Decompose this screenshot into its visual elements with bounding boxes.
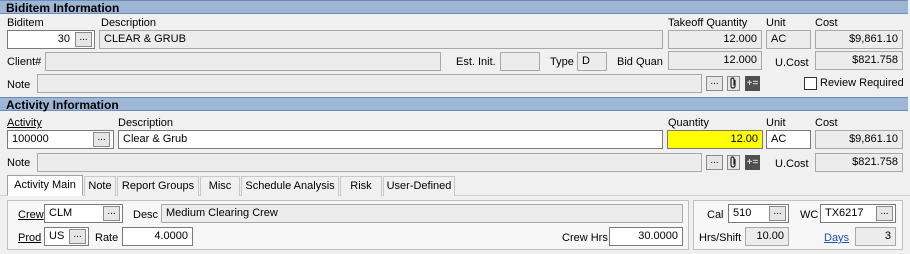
ellipsis-icon: ... [880, 206, 889, 217]
biditem-ucost-field: $821.758 [815, 51, 903, 70]
activity-label: Activity [7, 117, 42, 129]
client-label: Client# [7, 56, 42, 68]
tab-misc[interactable]: Misc [200, 176, 240, 196]
tab-activity-main[interactable]: Activity Main [7, 175, 83, 196]
paperclip-icon [730, 77, 736, 89]
biditem-info-header: Biditem Information [0, 0, 908, 15]
ellipsis-icon: ... [710, 76, 719, 87]
activity-info-header: Activity Information [0, 97, 908, 112]
review-required-checkbox[interactable] [804, 77, 817, 90]
tab-user-defined[interactable]: User-Defined [383, 176, 455, 196]
crew-hrs-input[interactable]: 30.0000 [609, 227, 683, 246]
crew-label: Crew [18, 209, 44, 221]
biditem-note-field[interactable] [37, 74, 702, 93]
crew-lookup-button[interactable]: ... [103, 206, 120, 221]
biditem-description-label: Description [101, 17, 157, 29]
days-field: 3 [855, 227, 896, 246]
biditem-cost-label: Cost [815, 17, 838, 29]
cal-label: Cal [707, 209, 724, 221]
biditem-note-list-button[interactable]: += [745, 76, 760, 91]
crew-description-field[interactable]: Medium Clearing Crew [161, 204, 683, 223]
biditem-attachment-button[interactable] [727, 76, 740, 91]
biditem-cost-field: $9,861.10 [815, 30, 903, 49]
activity-ucost-field: $821.758 [815, 153, 903, 172]
biditem-description-field[interactable]: CLEAR & GRUB [99, 30, 663, 49]
activity-attachment-button[interactable] [727, 155, 740, 170]
hrs-shift-label: Hrs/Shift [699, 232, 742, 244]
note-list-icon: += [746, 78, 759, 89]
activity-unit-label: Unit [766, 117, 786, 129]
rate-input[interactable]: 4.0000 [122, 227, 193, 246]
prod-lookup-button[interactable]: ... [69, 229, 86, 244]
activity-note-field[interactable] [37, 153, 702, 172]
days-link[interactable]: Days [824, 232, 849, 245]
activity-note-list-button[interactable]: += [745, 155, 760, 170]
activity-description-input[interactable]: Clear & Grub [118, 130, 663, 149]
tab-schedule-analysis[interactable]: Schedule Analysis [241, 176, 339, 196]
activity-unit-input[interactable]: AC [766, 130, 811, 149]
activity-quantity-input[interactable]: 12.00 [667, 130, 763, 149]
biditem-lookup-button[interactable]: ... [75, 32, 92, 47]
biditem-note-lookup-button[interactable]: ... [706, 76, 723, 91]
rate-label: Rate [95, 232, 119, 244]
takeoff-quantity-field: 12.000 [668, 30, 762, 49]
cal-lookup-button[interactable]: ... [769, 206, 786, 221]
tab-risk[interactable]: Risk [340, 176, 382, 196]
activity-ucost-label: U.Cost [775, 158, 809, 170]
est-init-label: Est. Init. [456, 56, 496, 68]
activity-lookup-button[interactable]: ... [93, 132, 110, 147]
type-field[interactable]: D [577, 52, 607, 71]
activity-note-lookup-button[interactable]: ... [706, 155, 723, 170]
bid-quan-label: Bid Quan [617, 56, 663, 68]
biditem-unit-field: AC [766, 30, 811, 49]
review-required-label: Review Required [820, 77, 904, 89]
activity-note-label: Note [7, 157, 31, 169]
activity-description-label: Description [118, 117, 174, 129]
paperclip-icon [730, 156, 736, 168]
bid-quan-field[interactable]: 12.000 [668, 51, 762, 70]
prod-label: Prod [18, 232, 42, 244]
activity-quantity-label: Quantity [668, 117, 709, 129]
biditem-note-label: Note [7, 79, 31, 91]
tab-note[interactable]: Note [84, 176, 116, 196]
ellipsis-icon: ... [710, 155, 719, 166]
biditem-label: Biditem [7, 17, 44, 29]
desc-label: Desc [133, 209, 159, 221]
ellipsis-icon: ... [107, 206, 116, 217]
ellipsis-icon: ... [773, 206, 782, 217]
note-list-icon: += [746, 157, 759, 168]
ellipsis-icon: ... [73, 229, 82, 240]
crew-hrs-label: Crew Hrs [562, 232, 608, 244]
activity-cost-label: Cost [815, 117, 838, 129]
est-init-field[interactable] [500, 52, 540, 71]
hrs-shift-field: 10.00 [745, 227, 789, 246]
type-label: Type [550, 56, 574, 68]
tab-report-groups[interactable]: Report Groups [117, 176, 199, 196]
biditem-unit-label: Unit [766, 17, 786, 29]
ellipsis-icon: ... [79, 32, 88, 43]
wc-lookup-button[interactable]: ... [876, 206, 893, 221]
biditem-ucost-label: U.Cost [775, 57, 809, 69]
wc-label: WC [800, 209, 819, 221]
activity-cost-field: $9,861.10 [815, 130, 903, 149]
ellipsis-icon: ... [97, 132, 106, 143]
client-field[interactable] [45, 52, 441, 71]
takeoff-quantity-label: Takeoff Quantity [668, 17, 748, 29]
